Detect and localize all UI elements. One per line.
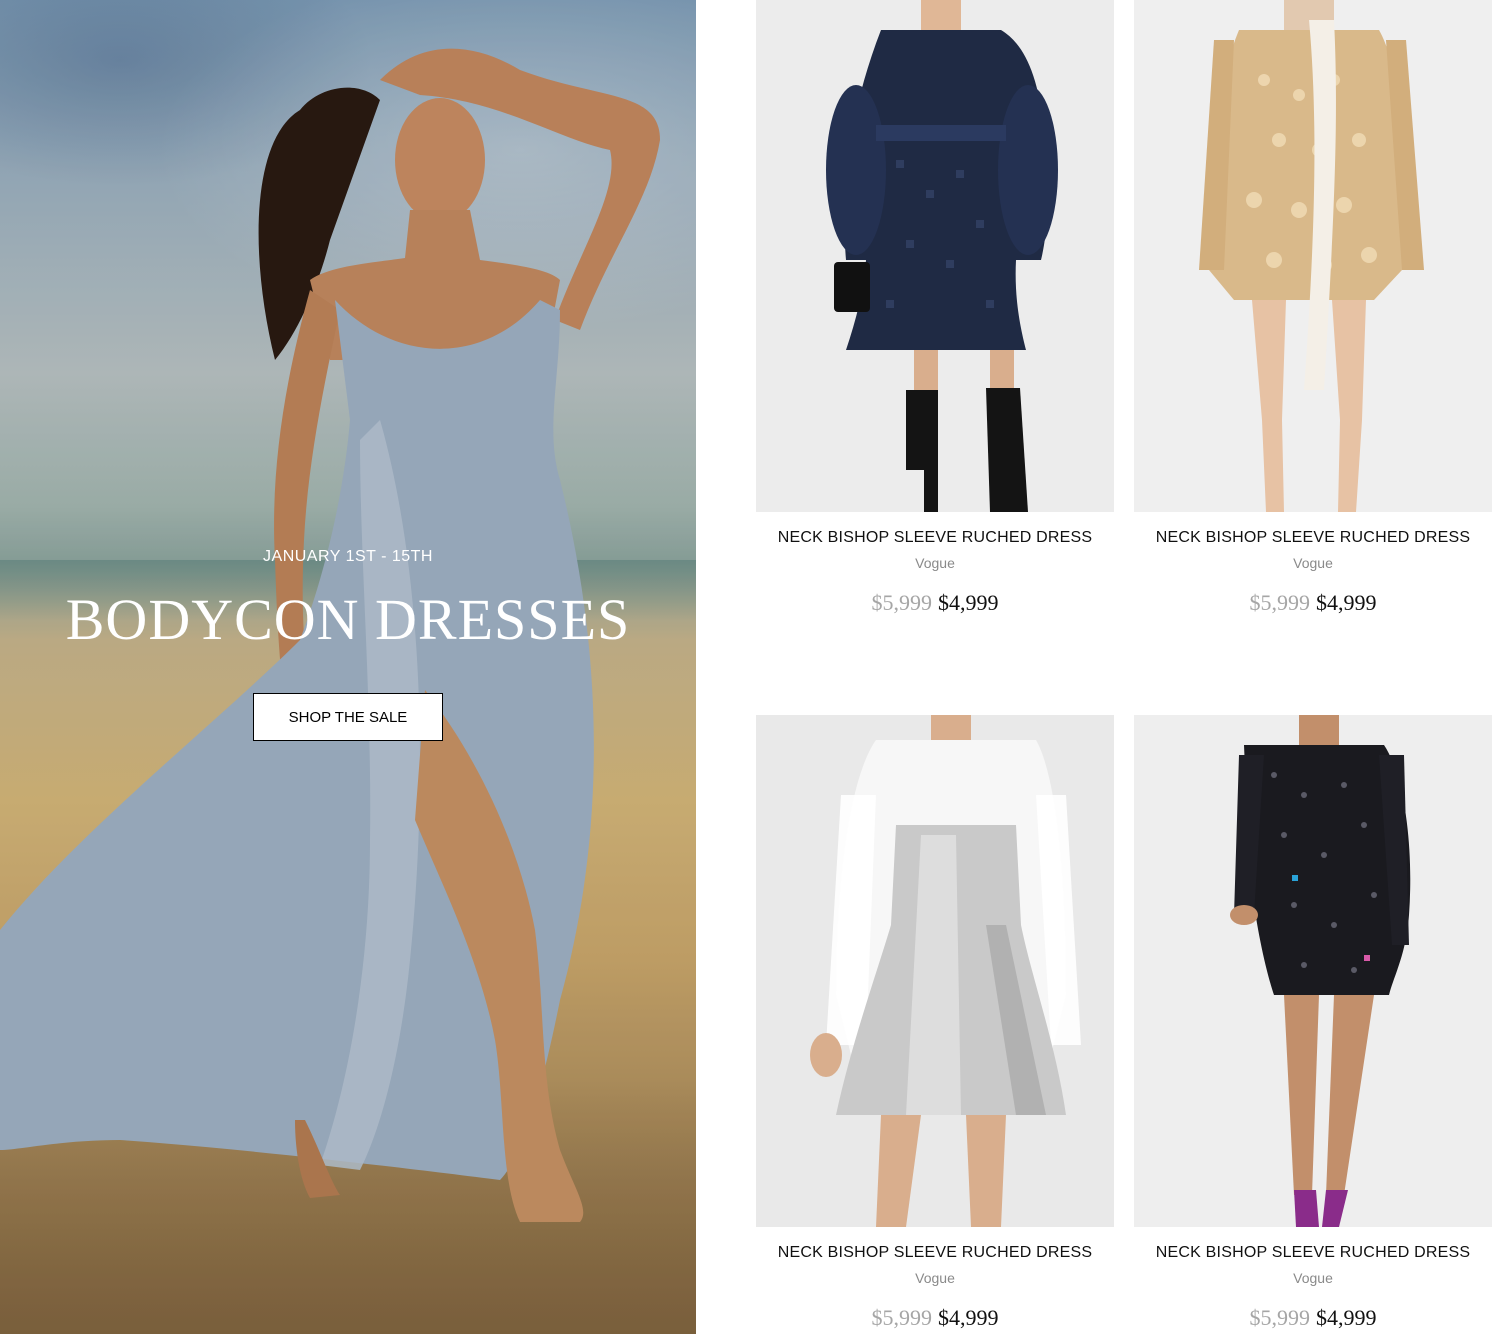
- product-name[interactable]: NECK BISHOP SLEEVE RUCHED DRESS: [756, 1243, 1114, 1263]
- original-price: $5,999: [1249, 1305, 1311, 1330]
- product-image[interactable]: [756, 0, 1114, 512]
- hero-date-range: JANUARY 1ST - 15TH: [263, 548, 433, 565]
- hero-overlay: [0, 0, 696, 1334]
- product-image[interactable]: [1134, 0, 1492, 512]
- product-brand: Vogue: [1293, 555, 1333, 571]
- sale-price: $4,999: [938, 590, 999, 615]
- original-price: $5,999: [1249, 590, 1311, 615]
- product-price: $5,999 $4,999: [756, 1304, 1114, 1332]
- product-name[interactable]: NECK BISHOP SLEEVE RUCHED DRESS: [1134, 1243, 1492, 1263]
- product-brand: Vogue: [1293, 1270, 1333, 1286]
- sale-price: $4,999: [1316, 590, 1377, 615]
- product-name[interactable]: NECK BISHOP SLEEVE RUCHED DRESS: [756, 528, 1114, 548]
- product-brand: Vogue: [915, 1270, 955, 1286]
- page: JANUARY 1ST - 15TH BODYCON DRESSES SHOP …: [0, 0, 1492, 1334]
- product-name[interactable]: NECK BISHOP SLEEVE RUCHED DRESS: [1134, 528, 1492, 548]
- original-price: $5,999: [871, 1305, 933, 1330]
- product-card[interactable]: NECK BISHOP SLEEVE RUCHED DRESS Vogue $5…: [1134, 0, 1492, 617]
- product-image[interactable]: [1134, 715, 1492, 1227]
- product-card[interactable]: NECK BISHOP SLEEVE RUCHED DRESS Vogue $5…: [756, 715, 1114, 1332]
- product-price: $5,999 $4,999: [1134, 1304, 1492, 1332]
- original-price: $5,999: [871, 590, 933, 615]
- hero-title: BODYCON DRESSES: [65, 587, 631, 652]
- product-card[interactable]: NECK BISHOP SLEEVE RUCHED DRESS Vogue $5…: [756, 0, 1114, 617]
- shop-the-sale-button[interactable]: SHOP THE SALE: [253, 693, 443, 741]
- sale-price: $4,999: [938, 1305, 999, 1330]
- product-price: $5,999 $4,999: [1134, 589, 1492, 617]
- product-image[interactable]: [756, 715, 1114, 1227]
- product-price: $5,999 $4,999: [756, 589, 1114, 617]
- product-card[interactable]: NECK BISHOP SLEEVE RUCHED DRESS Vogue $5…: [1134, 715, 1492, 1332]
- product-brand: Vogue: [915, 555, 955, 571]
- sale-price: $4,999: [1316, 1305, 1377, 1330]
- hero-banner: JANUARY 1ST - 15TH BODYCON DRESSES SHOP …: [0, 0, 696, 1334]
